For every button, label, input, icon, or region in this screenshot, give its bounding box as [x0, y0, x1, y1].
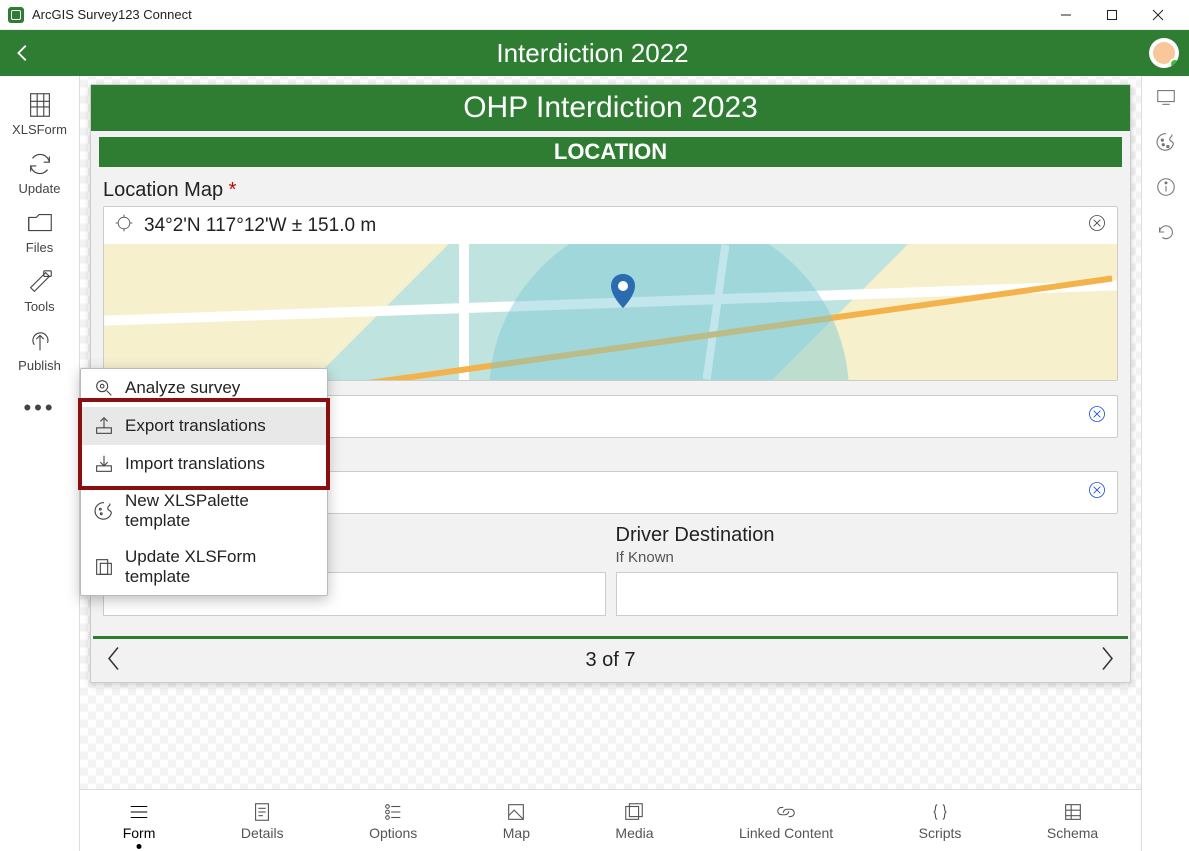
driver-destination-field: Driver Destination If Known — [616, 524, 1119, 616]
sidebar-tools[interactable]: Tools — [4, 263, 76, 318]
locate-icon[interactable] — [114, 213, 134, 238]
menu-export-translations[interactable]: Export translations — [81, 407, 327, 445]
tab-label: Schema — [1047, 825, 1098, 841]
sidebar-label: Update — [19, 181, 61, 196]
sidebar-update[interactable]: Update — [4, 145, 76, 200]
menu-label: Analyze survey — [125, 378, 240, 398]
menu-new-xlspalette[interactable]: New XLSPalette template — [81, 483, 327, 539]
app-title: ArcGIS Survey123 Connect — [32, 7, 192, 22]
tab-media[interactable]: Media — [615, 801, 653, 841]
menu-label: Export translations — [125, 416, 266, 436]
tab-details[interactable]: Details — [241, 801, 284, 841]
maximize-button[interactable] — [1089, 0, 1135, 30]
preview-device-button[interactable] — [1155, 86, 1177, 113]
tab-label: Form — [123, 825, 156, 841]
tab-label: Linked Content — [739, 825, 833, 841]
undo-button[interactable] — [1155, 221, 1177, 248]
destination-input[interactable] — [616, 572, 1119, 616]
menu-label: New XLSPalette template — [125, 491, 315, 531]
minimize-button[interactable] — [1043, 0, 1089, 30]
clear-address-button[interactable] — [1087, 404, 1107, 429]
sidebar-label: Files — [26, 240, 53, 255]
tab-form[interactable]: Form — [123, 801, 156, 841]
map-pin-icon — [611, 274, 635, 308]
menu-analyze-survey[interactable]: Analyze survey — [81, 369, 327, 407]
sidebar-label: Publish — [18, 358, 61, 373]
section-header: LOCATION — [99, 137, 1122, 167]
field-label: Location Map * — [103, 179, 1118, 202]
sidebar-label: Tools — [24, 299, 54, 314]
survey-title: Interdiction 2022 — [36, 38, 1149, 69]
tab-options[interactable]: Options — [369, 801, 417, 841]
tab-map[interactable]: Map — [503, 801, 530, 841]
page-indicator: 3 of 7 — [585, 649, 635, 672]
menu-import-translations[interactable]: Import translations — [81, 445, 327, 483]
left-sidebar: XLSForm Update Files Tools Publish ••• — [0, 76, 80, 851]
field-label: Driver Destination — [616, 524, 1119, 547]
tab-label: Map — [503, 825, 530, 841]
map-canvas[interactable] — [104, 244, 1117, 380]
tools-context-menu: Analyze survey Export translations Impor… — [80, 368, 328, 596]
required-asterisk: * — [229, 179, 237, 201]
field-hint: If Known — [616, 549, 1119, 566]
bottom-tab-bar: Form Details Options Map Media Linked Co… — [80, 789, 1141, 851]
menu-label: Import translations — [125, 454, 265, 474]
sidebar-publish[interactable]: Publish — [4, 322, 76, 377]
window-titlebar: ArcGIS Survey123 Connect — [0, 0, 1189, 30]
tab-linked-content[interactable]: Linked Content — [739, 801, 833, 841]
back-button[interactable] — [10, 40, 36, 66]
tab-schema[interactable]: Schema — [1047, 801, 1098, 841]
clear-highway-button[interactable] — [1087, 480, 1107, 505]
info-button[interactable] — [1155, 176, 1177, 203]
form-pager: 3 of 7 — [91, 639, 1130, 682]
tab-label: Details — [241, 825, 284, 841]
tab-label: Media — [615, 825, 653, 841]
sidebar-label: XLSForm — [12, 122, 67, 137]
menu-label: Update XLSForm template — [125, 547, 315, 587]
sidebar-more[interactable]: ••• — [4, 385, 76, 431]
tab-scripts[interactable]: Scripts — [919, 801, 962, 841]
app-header: Interdiction 2022 — [0, 30, 1189, 76]
location-map-field: Location Map * 34°2'N 117°12'W ± 151.0 m — [91, 173, 1130, 391]
sidebar-files[interactable]: Files — [4, 204, 76, 259]
map-widget[interactable]: 34°2'N 117°12'W ± 151.0 m — [103, 206, 1118, 381]
page-next-button[interactable] — [1098, 645, 1116, 676]
user-avatar[interactable] — [1149, 38, 1179, 68]
app-icon — [8, 7, 24, 23]
label-text: Location Map — [103, 179, 223, 201]
tab-label: Options — [369, 825, 417, 841]
tab-label: Scripts — [919, 825, 962, 841]
coordinate-readout: 34°2'N 117°12'W ± 151.0 m — [144, 215, 1077, 237]
menu-update-xlsform[interactable]: Update XLSForm template — [81, 539, 327, 595]
page-prev-button[interactable] — [105, 645, 123, 676]
theme-palette-button[interactable] — [1155, 131, 1177, 158]
form-title: OHP Interdiction 2023 — [91, 85, 1130, 131]
ellipsis-icon: ••• — [17, 389, 61, 427]
close-button[interactable] — [1135, 0, 1181, 30]
sidebar-xlsform[interactable]: XLSForm — [4, 86, 76, 141]
clear-location-button[interactable] — [1087, 213, 1107, 238]
right-sidebar — [1141, 76, 1189, 851]
